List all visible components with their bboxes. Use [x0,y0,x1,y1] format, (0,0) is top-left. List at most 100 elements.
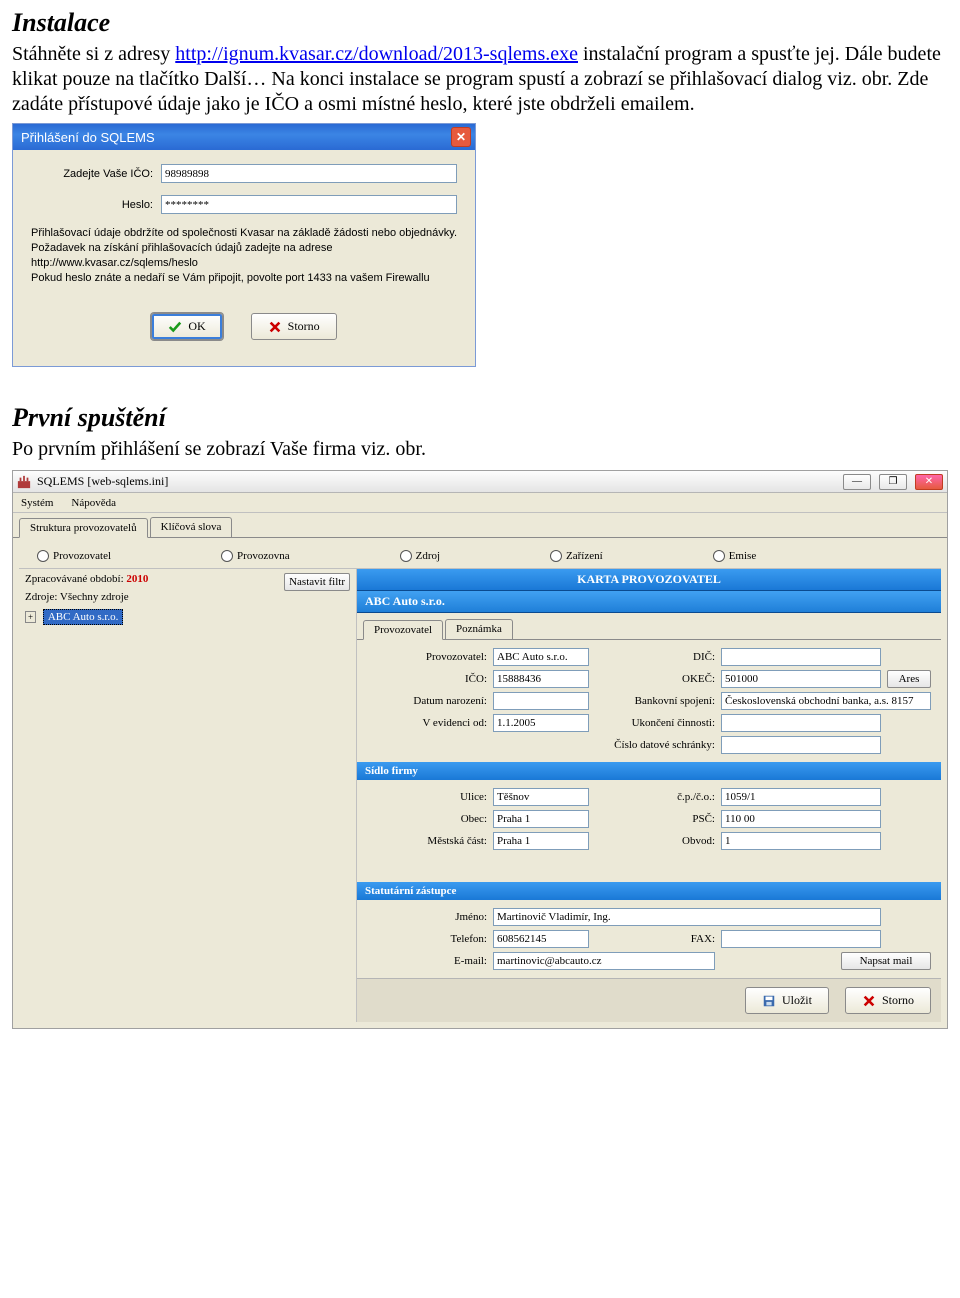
tree-item-selected[interactable]: ABC Auto s.r.o. [43,609,124,625]
menu-system[interactable]: Systém [21,497,53,509]
lbl-cds: Číslo datové schránky: [595,739,715,751]
save-icon [762,994,776,1008]
dialog-titlebar: Přihlášení do SQLEMS ✕ [13,124,475,150]
password-input[interactable] [161,195,457,214]
section-sidlo: Sídlo firmy [357,762,941,780]
lbl-evidence: V evidenci od: [367,717,487,729]
app-icon [17,475,31,489]
entity-radio-row: Provozovatel Provozovna Zdroj Zařízení E… [19,544,941,568]
radio-zdroj[interactable]: Zdroj [400,550,440,562]
lbl-ico: IČO: [367,673,487,685]
radio-provozovna-label: Provozovna [237,550,290,562]
inp-email[interactable] [493,952,715,970]
radio-emise[interactable]: Emise [713,550,757,562]
heading-instalace: Instalace [12,8,948,38]
ok-button[interactable]: OK [151,313,222,340]
period-label: Zpracovávané období: [25,573,126,585]
lbl-psc: PSČ: [595,813,715,825]
tree: + ABC Auto s.r.o. [19,607,356,627]
inp-dic[interactable] [721,648,881,666]
radio-provozovna[interactable]: Provozovna [221,550,290,562]
inp-fax[interactable] [721,930,881,948]
lbl-email: E-mail: [367,955,487,967]
minimize-button[interactable]: — [843,474,871,490]
save-label: Uložit [782,993,812,1008]
radio-provozovatel[interactable]: Provozovatel [37,550,111,562]
inp-ico[interactable] [493,670,589,688]
lbl-ulice: Ulice: [367,791,487,803]
inp-okec[interactable] [721,670,881,688]
inp-obec[interactable] [493,810,589,828]
filter-button[interactable]: Nastavit filtr [284,573,350,591]
tab-klicova-slova[interactable]: Klíčová slova [150,517,233,537]
inp-datum-narozeni[interactable] [493,692,589,710]
lbl-dic: DIČ: [595,651,715,663]
lbl-fax: FAX: [595,933,715,945]
radio-provozovatel-label: Provozovatel [53,550,111,562]
login-info-text: Přihlašovací údaje obdržíte od společnos… [31,226,457,285]
inp-psc[interactable] [721,810,881,828]
napsat-mail-button[interactable]: Napsat mail [841,952,931,970]
save-button[interactable]: Uložit [745,987,829,1014]
storno-label-main: Storno [882,993,914,1008]
ares-button[interactable]: Ares [887,670,931,688]
lbl-telefon: Telefon: [367,933,487,945]
lbl-provozovatel: Provozovatel: [367,651,487,663]
period-year: 2010 [126,573,148,585]
maximize-button[interactable]: ❐ [879,474,907,490]
tab-struktura[interactable]: Struktura provozovatelů [19,518,148,538]
lbl-ukonceni: Ukončení činnosti: [595,717,715,729]
para-prvni-spusteni: Po prvním přihlášení se zobrazí Vaše fir… [12,437,948,462]
storno-button[interactable]: Storno [251,313,337,340]
inp-telefon[interactable] [493,930,589,948]
inner-tab-provozovatel[interactable]: Provozovatel [363,620,443,640]
card-title: KARTA PROVOZOVATEL [357,569,941,591]
inp-jmeno[interactable] [493,908,881,926]
download-link[interactable]: http://ignum.kvasar.cz/download/2013-sql… [175,43,578,65]
radio-zdroj-label: Zdroj [416,550,440,562]
lbl-bankovni-spojeni: Bankovní spojení: [595,695,715,707]
heading-prvni-spusteni: První spuštění [12,403,948,433]
main-tabstrip: Struktura provozovatelů Klíčová slova [13,513,947,537]
lbl-mcast: Městská část: [367,835,487,847]
storno-label: Storno [288,319,320,334]
storno-button-main[interactable]: Storno [845,987,931,1014]
radio-zarizeni[interactable]: Zařízení [550,550,603,562]
inp-ukonceni[interactable] [721,714,881,732]
close-icon[interactable]: ✕ [451,127,471,147]
inp-obvod[interactable] [721,832,881,850]
radio-zarizeni-label: Zařízení [566,550,603,562]
lbl-datum-narozeni: Datum narození: [367,695,487,707]
login-dialog: Přihlášení do SQLEMS ✕ Zadejte Vaše IČO:… [12,123,476,367]
menubar: Systém Nápověda [13,493,947,513]
close-button[interactable]: ✕ [915,474,943,490]
inp-bankovni-spojeni[interactable] [721,692,931,710]
menu-napoveda[interactable]: Nápověda [71,497,116,509]
cancel-icon [862,994,876,1008]
lbl-obvod: Obvod: [595,835,715,847]
dialog-title: Přihlášení do SQLEMS [21,130,155,145]
ico-input[interactable] [161,164,457,183]
lbl-jmeno: Jméno: [367,911,487,923]
zdroje-label: Zdroje: Všechny zdroje [25,591,350,603]
cancel-icon [268,320,282,334]
password-label: Heslo: [31,199,161,211]
app-titlebar: SQLEMS [web-sqlems.ini] — ❐ ✕ [13,471,947,493]
tree-expand-icon[interactable]: + [25,611,36,623]
inner-tab-poznamka[interactable]: Poznámka [445,619,513,639]
inp-cds[interactable] [721,736,881,754]
lbl-okec: OKEČ: [595,673,715,685]
para1-pre: Stáhněte si z adresy [12,43,175,65]
inp-provozovatel[interactable] [493,648,589,666]
ico-label: Zadejte Vaše IČO: [31,168,161,180]
card-subtitle: ABC Auto s.r.o. [357,591,941,613]
section-statutarni: Statutární zástupce [357,882,941,900]
app-window: SQLEMS [web-sqlems.ini] — ❐ ✕ Systém Náp… [12,470,948,1029]
para-instalace: Stáhněte si z adresy http://ignum.kvasar… [12,42,948,117]
lbl-cp: č.p./č.o.: [595,791,715,803]
inp-mcast[interactable] [493,832,589,850]
check-icon [168,320,182,334]
inp-evidence[interactable] [493,714,589,732]
inp-ulice[interactable] [493,788,589,806]
inp-cp[interactable] [721,788,881,806]
